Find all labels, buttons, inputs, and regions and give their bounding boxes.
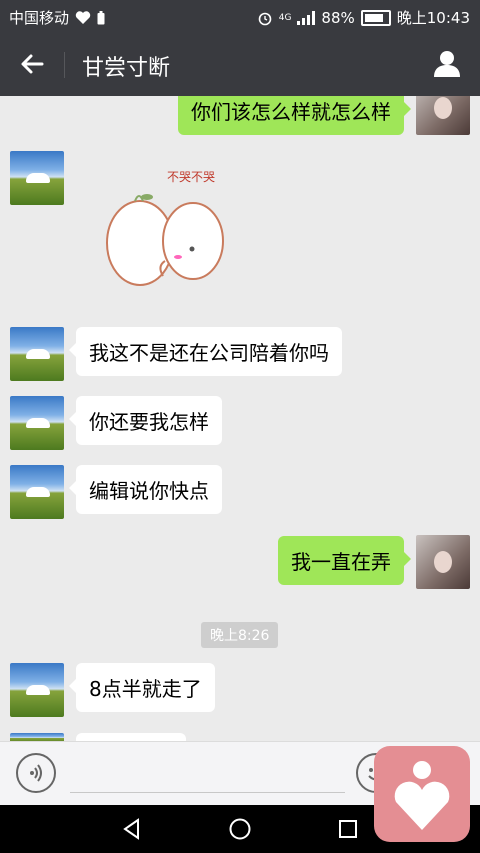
contact-avatar[interactable] (10, 327, 64, 381)
chat-title: 甘尝寸断 (82, 56, 171, 81)
contact-avatar[interactable] (10, 396, 64, 450)
battery-percent: 88% (321, 8, 355, 27)
message-bubble-incoming[interactable]: 你还要我怎样 (69, 396, 222, 445)
timestamp-label: 晚上8:26 (201, 622, 279, 648)
self-avatar[interactable] (416, 535, 470, 589)
sticker-caption: 不哭不哭 (167, 170, 215, 184)
sticker-image[interactable]: 不哭不哭 (95, 161, 245, 301)
contact-avatar[interactable] (10, 465, 64, 519)
alarm-icon (258, 12, 272, 25)
signal-icon (297, 10, 316, 25)
status-bar: 中国移动 4G 88% 晚上10:43 (0, 0, 480, 32)
message-input[interactable] (70, 792, 345, 793)
header-divider (64, 52, 65, 78)
triangle-back-icon[interactable] (120, 817, 144, 841)
carrier-label: 中国移动 (9, 9, 70, 27)
contact-avatar[interactable] (10, 733, 64, 741)
message-bubble-outgoing[interactable]: 你们该怎么样就怎么样 (178, 96, 411, 135)
heart-status-icon (75, 10, 91, 24)
message-bubble-outgoing[interactable]: 我一直在弄 (278, 536, 411, 585)
network-type: 4G (278, 12, 292, 23)
battery-icon (360, 9, 391, 26)
person-icon[interactable] (432, 48, 462, 78)
contact-avatar[interactable] (10, 151, 64, 205)
circle-home-icon[interactable] (228, 817, 252, 841)
contact-avatar[interactable] (10, 663, 64, 717)
heart-app-icon[interactable] (374, 746, 470, 842)
message-bubble-incoming[interactable]: 编辑说你快点 (69, 465, 222, 514)
voice-icon[interactable] (16, 753, 56, 793)
square-recent-icon[interactable] (336, 817, 360, 841)
message-bubble-incoming[interactable]: 我这不是还在公司陪着你吗 (69, 327, 342, 376)
battery-saver-icon (97, 10, 105, 24)
clock: 晚上10:43 (396, 9, 470, 27)
chat-header: 甘尝寸断 (0, 32, 480, 96)
self-avatar[interactable] (416, 96, 470, 135)
message-bubble-incoming[interactable] (76, 733, 186, 741)
arrow-left-icon[interactable] (18, 50, 46, 78)
message-bubble-incoming[interactable]: 8点半就走了 (69, 663, 215, 712)
message-list[interactable]: 你们该怎么样就怎么样 不哭不哭 我这不是还在公司陪着你吗 你还要我怎样 编辑说你… (0, 96, 480, 741)
